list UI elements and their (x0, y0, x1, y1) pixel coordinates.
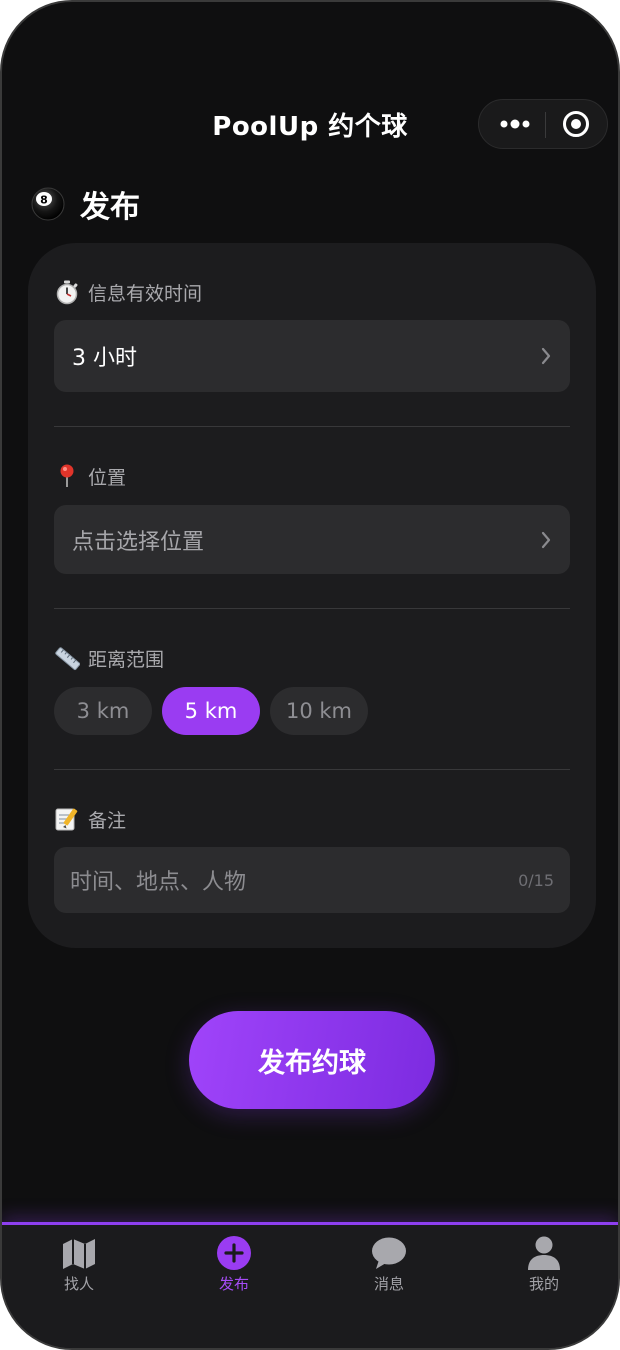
location-label: 位置 (88, 466, 127, 489)
note-char-counter: 0/15 (518, 870, 554, 890)
distance-options: 3 km 5 km 10 km (54, 687, 378, 735)
distance-option-10km[interactable]: 10 km (270, 687, 368, 735)
more-dots-icon[interactable] (495, 100, 535, 148)
note-label-row: 备注 (54, 804, 126, 834)
user-icon (528, 1236, 560, 1270)
divider (54, 608, 570, 609)
tab-find-people[interactable]: 找人 (24, 1235, 134, 1305)
publish-button[interactable]: 发布约球 (189, 1011, 435, 1109)
tab-label: 找人 (63, 1275, 94, 1293)
top-bar: PoolUp 约个球 (2, 94, 618, 154)
tab-profile[interactable]: 我的 (489, 1235, 599, 1305)
publish-form-card: 信息有效时间 3 小时 位置 点击选择位置 距离范围 3 km 5 km 10 … (28, 243, 596, 948)
ruler-icon (55, 647, 80, 670)
location-label-row: 位置 (54, 461, 126, 491)
section-title: 发布 (80, 190, 140, 225)
duration-label: 信息有效时间 (88, 282, 203, 305)
tab-label: 我的 (528, 1275, 559, 1293)
stopwatch-icon (56, 280, 78, 305)
memo-icon (55, 808, 78, 831)
note-placeholder: 时间、地点、人物 (70, 870, 247, 895)
note-label: 备注 (88, 809, 127, 832)
tab-publish[interactable]: 发布 (179, 1235, 289, 1305)
chevron-right-icon (540, 320, 552, 392)
location-select[interactable]: 点击选择位置 (54, 505, 570, 574)
divider (54, 426, 570, 427)
chevron-right-icon (540, 505, 552, 574)
chat-bubble-icon (372, 1237, 406, 1269)
divider (54, 769, 570, 770)
distance-option-5km[interactable]: 5 km (162, 687, 260, 735)
8-ball-icon: 8 (31, 187, 65, 221)
mini-program-capsule (478, 99, 608, 149)
distance-label: 距离范围 (88, 648, 165, 671)
distance-option-3km[interactable]: 3 km (54, 687, 152, 735)
bottom-tab-bar: 找人 发布 消息 我的 (2, 1222, 618, 1348)
pin-icon (60, 464, 74, 487)
note-input[interactable]: 时间、地点、人物 0/15 (54, 847, 570, 913)
tab-label: 消息 (373, 1275, 404, 1293)
svg-text:8: 8 (40, 194, 48, 207)
plus-circle-icon (217, 1236, 251, 1270)
tab-messages[interactable]: 消息 (334, 1235, 444, 1305)
capsule-divider (545, 112, 546, 138)
duration-label-row: 信息有效时间 (54, 277, 202, 307)
location-placeholder: 点击选择位置 (72, 529, 205, 555)
duration-value: 3 小时 (72, 346, 137, 371)
phone-frame: PoolUp 约个球 8 发布 信息有效时间 3 小时 位置 点击选择位置 距离… (0, 0, 620, 1350)
distance-label-row: 距离范围 (54, 643, 164, 673)
duration-select[interactable]: 3 小时 (54, 320, 570, 392)
map-icon (63, 1239, 95, 1269)
section-header: 8 发布 (30, 182, 140, 226)
tab-label: 发布 (218, 1275, 249, 1293)
target-icon[interactable] (561, 109, 591, 139)
